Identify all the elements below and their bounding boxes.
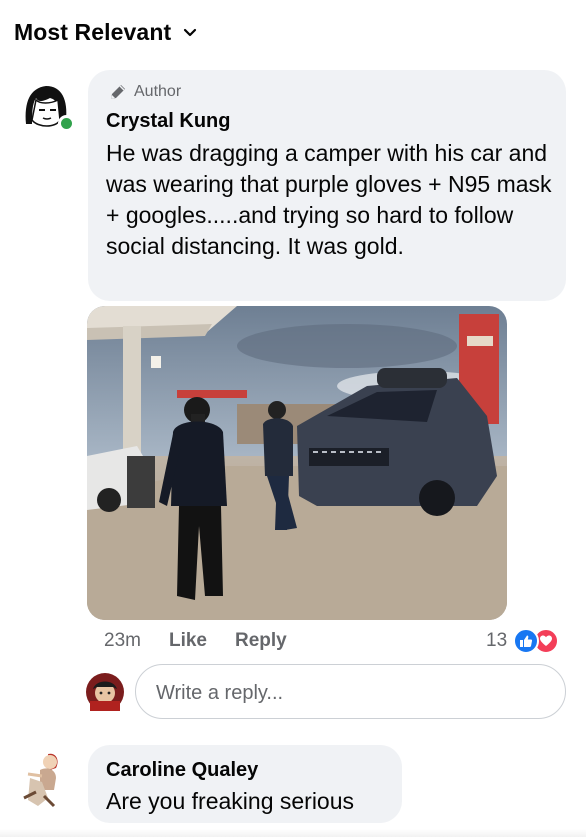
reaction-summary[interactable]: 13 [486,626,560,656]
comment-author-name[interactable]: Crystal Kung [106,110,230,133]
comment-photo[interactable] [87,306,507,620]
reply-button[interactable]: Reply [235,630,287,652]
online-status-indicator [58,115,75,132]
bottom-divider [0,829,586,837]
author-badge: Author [108,80,181,104]
comment-text: Are you freaking serious [106,788,355,814]
comment-timestamp[interactable]: 23m [104,630,141,652]
sort-label: Most Relevant [14,18,172,45]
chevron-down-icon [184,28,197,37]
reply-input[interactable] [154,675,548,711]
like-reaction-icon [513,628,540,654]
pencil-icon [111,85,125,99]
like-button[interactable]: Like [169,630,207,652]
comment-text: He was dragging a camper with his car an… [106,140,552,259]
comment-author-name[interactable]: Caroline Qualey [106,759,258,782]
author-badge-label: Author [134,83,182,100]
sort-dropdown[interactable]: Most Relevant [14,14,197,50]
reply-input-container[interactable] [135,664,566,719]
comment-actions: 23m Like Reply [104,626,287,656]
current-user-avatar [86,673,124,711]
avatar[interactable] [20,748,70,808]
reaction-count: 13 [486,630,508,651]
